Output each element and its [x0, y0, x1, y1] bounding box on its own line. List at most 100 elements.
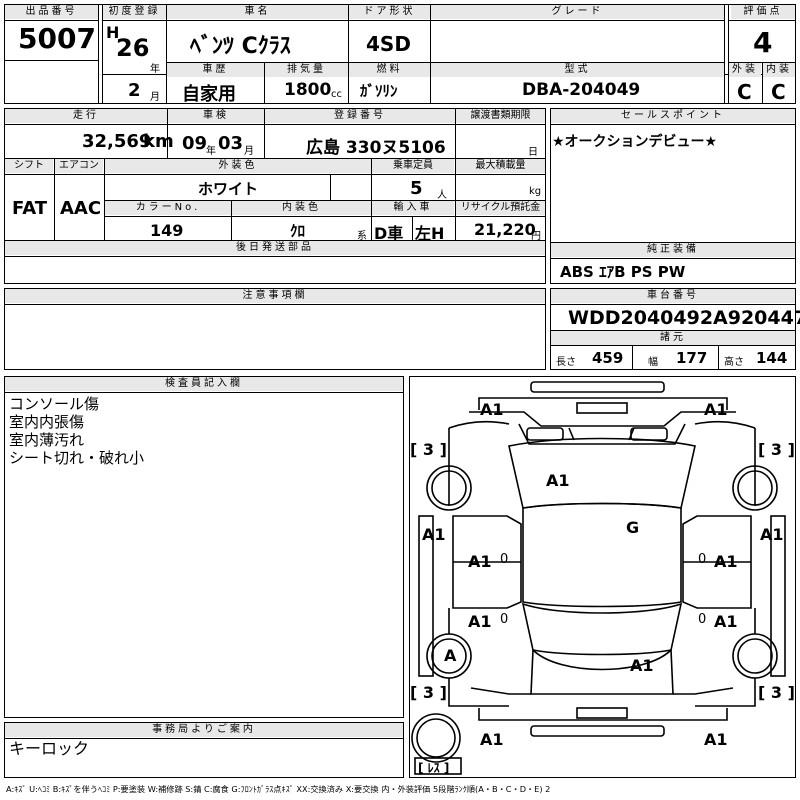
- inspection-label: 車検: [168, 109, 264, 123]
- capacity-unit: 人: [437, 190, 447, 201]
- door-type: 4SD: [366, 32, 411, 56]
- chassis-label: 車台番号: [551, 289, 795, 303]
- inspector-line-1: コンソール傷: [9, 395, 100, 413]
- mileage-unit: km: [143, 131, 174, 152]
- ac-label: エアコン: [55, 159, 103, 173]
- int-color-label: 内装色: [232, 201, 371, 215]
- mark-3-bottom-right: [ 3 ]: [758, 683, 795, 702]
- car-diagram: [411, 381, 786, 775]
- mark-a1-hood: A1: [546, 471, 570, 490]
- mark-res: [ ﾚｽ ]: [418, 761, 450, 775]
- capacity-value: 5: [410, 178, 423, 199]
- inspection-year-unit: 年: [206, 146, 216, 157]
- office-text: キーロック: [9, 739, 90, 758]
- mark-3-top-left: [ 3 ]: [410, 440, 447, 459]
- lot-number: 5007: [18, 22, 96, 55]
- plate-value: 広島 330ヌ5106: [306, 138, 446, 158]
- mark-g-windshield: G: [626, 518, 640, 537]
- mark-a1-right-front-door: A1: [714, 552, 738, 571]
- spec-label: 諸元: [551, 331, 795, 345]
- displacement-unit: cc: [331, 89, 342, 100]
- recycle-value: 21,220: [474, 220, 536, 239]
- displacement-label: 排気量: [265, 63, 348, 77]
- ext-color-value: ホワイト: [198, 180, 259, 198]
- fuel-label: 燃料: [349, 63, 430, 77]
- shift-value: FAT: [12, 198, 48, 219]
- length-value: 459: [592, 349, 624, 367]
- interior-value: C: [771, 80, 786, 104]
- shift-label: シフト: [5, 159, 53, 173]
- history-value: 自家用: [182, 84, 236, 105]
- import-label: 輸入車: [372, 201, 454, 215]
- model-label: 型式: [431, 63, 724, 77]
- later-parts-label: 後日発送部品: [5, 241, 545, 255]
- reg-year: 26: [116, 34, 150, 62]
- equipment-value: ABS ｴｱB PS PW: [560, 263, 686, 281]
- sales-point-value: ★オークションデビュー★: [552, 134, 718, 150]
- ext-color-label: 外装色: [105, 159, 371, 173]
- max-load-label: 最大積載量: [456, 159, 545, 173]
- score-value: 4: [753, 26, 773, 59]
- inspection-month: 03: [218, 133, 244, 154]
- transfer-unit: 日: [528, 147, 538, 158]
- displacement-value: 1800: [284, 80, 332, 100]
- exterior-label: 外装: [729, 63, 761, 77]
- capacity-label: 乗車定員: [372, 159, 454, 173]
- plate-label: 登録番号: [265, 109, 455, 123]
- mark-zero-1: 0: [500, 552, 509, 567]
- reg-year-unit: 年: [150, 64, 160, 75]
- mark-3-top-right: [ 3 ]: [758, 440, 795, 459]
- door-label: ドア形状: [349, 5, 430, 19]
- model-value: DBA-204049: [522, 80, 641, 100]
- recycle-label: リサイクル預託金: [456, 201, 545, 215]
- mark-a1-front-left: A1: [480, 400, 504, 419]
- height-value: 144: [756, 349, 788, 367]
- inspector-line-2: 室内内張傷: [9, 413, 85, 431]
- grade-label: グレード: [431, 5, 724, 19]
- max-load-unit: kg: [529, 186, 542, 197]
- inspection-year: 09: [182, 133, 208, 154]
- mark-zero-2: 0: [698, 552, 707, 567]
- height-label: 高さ: [724, 357, 744, 368]
- width-label: 幅: [648, 357, 658, 368]
- equipment-label: 純正装備: [551, 243, 795, 257]
- mark-a1-left-side: A1: [422, 525, 446, 544]
- inspector-label: 検査員記入欄: [5, 377, 403, 391]
- fuel-value: ｶﾞｿﾘﾝ: [360, 82, 398, 100]
- inspector-line-3: 室内薄汚れ: [9, 431, 85, 449]
- legend: A:ｷｽﾞ U:ﾍｺﾐ B:ｷｽﾞを伴うﾍｺﾐ P:要塗装 W:補修跡 S:錆 …: [6, 784, 551, 794]
- inspection-month-unit: 月: [244, 146, 254, 157]
- mark-a1-right-rear-door: A1: [714, 612, 738, 631]
- sales-point-label: セールスポイント: [551, 109, 795, 123]
- length-label: 長さ: [556, 357, 576, 368]
- chassis-number: WDD2040492A920447: [568, 307, 800, 329]
- inspector-line-4: シート切れ・破れ小: [9, 449, 145, 467]
- interior-label: 内装: [763, 63, 795, 77]
- caution-label: 注意事項欄: [5, 289, 545, 303]
- reg-month-unit: 月: [150, 92, 160, 103]
- car-name: ﾍﾞﾝﾂ Cｸﾗｽ: [190, 34, 291, 59]
- mark-a1-rear-right: A1: [704, 730, 728, 749]
- mark-3-bottom-left: [ 3 ]: [410, 683, 447, 702]
- score-label: 評価点: [731, 5, 795, 19]
- color-no-label: カラーNo.: [105, 201, 231, 215]
- history-label: 車歴: [167, 63, 264, 77]
- mark-zero-3: 0: [500, 612, 509, 627]
- mark-a1-right-side: A1: [760, 525, 784, 544]
- mark-zero-4: 0: [698, 612, 707, 627]
- mark-a1-front-right: A1: [704, 400, 728, 419]
- lot-label: 出品番号: [5, 5, 98, 19]
- mark-a1-left-rear-door: A1: [468, 612, 492, 631]
- int-color-value: ｸﾛ: [290, 222, 306, 240]
- ac-value: AAC: [60, 198, 102, 219]
- mark-a-wheel: A: [444, 646, 457, 665]
- mark-a1-left-front-door: A1: [468, 552, 492, 571]
- first-reg-label: 初度登録: [103, 5, 166, 19]
- width-value: 177: [676, 349, 708, 367]
- exterior-value: C: [737, 80, 752, 104]
- mark-a1-trunk: A1: [630, 656, 654, 675]
- mark-a1-rear-left: A1: [480, 730, 504, 749]
- transfer-label: 譲渡書類期限: [456, 109, 545, 123]
- car-name-label: 車名: [167, 5, 348, 19]
- office-label: 事務局よりご案内: [5, 723, 403, 737]
